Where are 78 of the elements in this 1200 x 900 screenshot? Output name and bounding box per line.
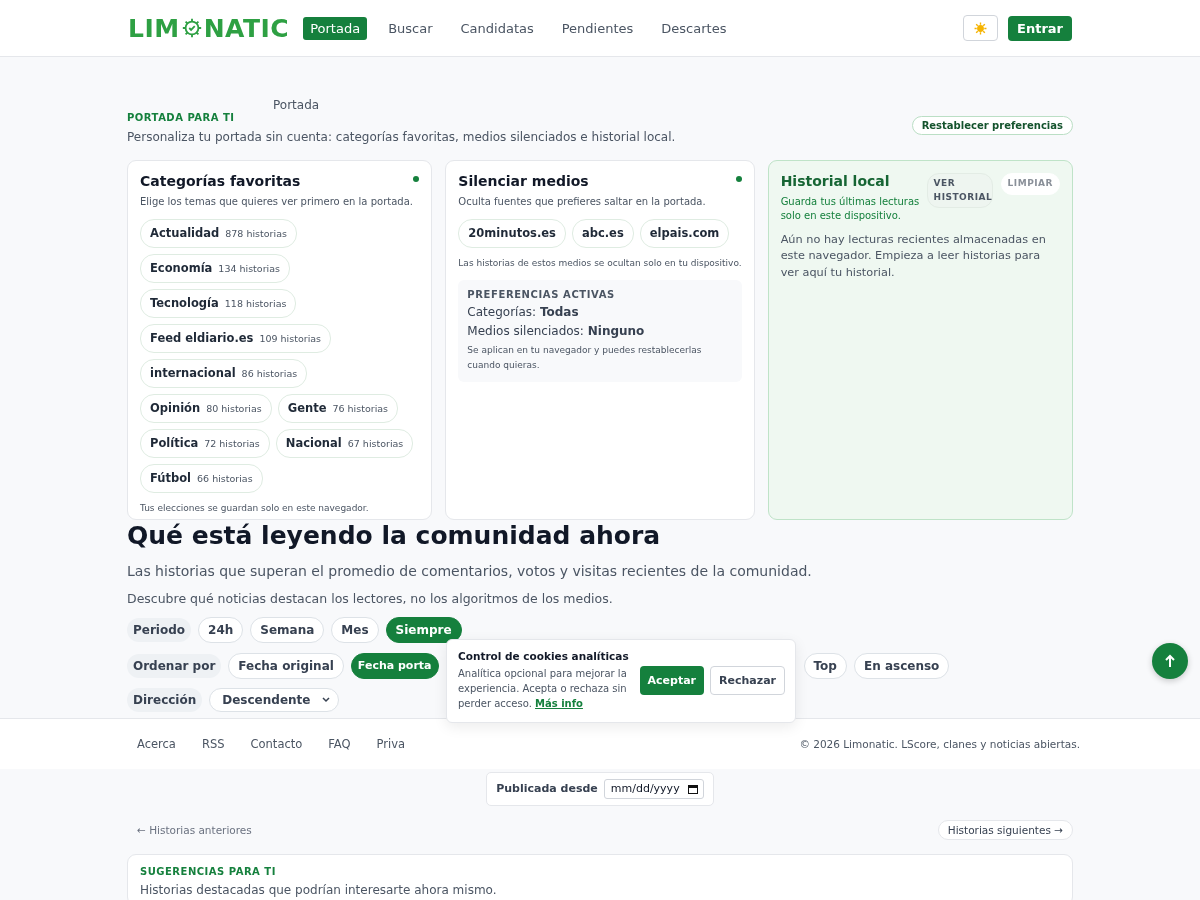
category-chip[interactable]: internacional 86 historias (140, 358, 308, 388)
calendar-icon[interactable] (687, 783, 698, 794)
source-chip[interactable]: 20minutos.es (458, 218, 566, 248)
reset-preferences-button[interactable]: Restablecer preferencias (911, 116, 1073, 135)
section-subtitle: Las historias que superan el promedio de comentarios, votos y visitas recientes de la comunidad. (127, 562, 813, 579)
category-chip[interactable]: Tecnología 118 historias (140, 288, 297, 318)
source-chip[interactable]: elpais.com (639, 218, 730, 248)
footer-link[interactable]: FAQ (328, 736, 351, 751)
category-chip[interactable]: Gente 76 historias (277, 393, 399, 423)
category-chip[interactable]: Actualidad 878 historias (140, 218, 297, 248)
accept-button[interactable]: Aceptar (639, 666, 705, 695)
suggestions-text: Historias destacadas que podrían interesarte ahora mismo. (140, 882, 498, 897)
sun-icon (974, 21, 988, 35)
card-title: Silenciar medios (458, 173, 590, 189)
next-page-button[interactable]: Historias siguientes → (937, 819, 1073, 840)
category-chip[interactable]: Economía 134 historias (140, 253, 290, 283)
card-subtitle: Elige los temas que quieres ver primero en la portada. (140, 195, 414, 209)
panel-title: PREFERENCIAS ACTIVAS (467, 288, 616, 300)
card-title: Historial local (780, 173, 891, 189)
card-title: Categorías favoritas (140, 173, 302, 189)
card-note: Las historias de estos medios se ocultan solo en tu dispositivo. (458, 257, 742, 268)
period-option[interactable]: Siempre (385, 616, 462, 643)
section-heading: Qué está leyendo la comunidad ahora (127, 522, 662, 550)
card-subtitle: Guarda tus últimas lecturas solo en este dispositivo. (780, 195, 921, 222)
theme-toggle-button[interactable] (963, 15, 999, 41)
nav-link[interactable]: Buscar (381, 16, 440, 40)
filter-label: Dirección (127, 687, 203, 712)
section-text: Descubre qué noticias destacan los lectores, no los algoritmos de los medios. (127, 590, 614, 606)
panel-note: Se aplican en tu navegador y puedes restablecerlas cuando quieras. (467, 343, 703, 372)
footer-link[interactable]: RSS (201, 736, 225, 751)
empty-history-text: Aún no hay lecturas recientes almacenadas en este navegador. Empieza a leer historias para ver aquí tu historial. (780, 232, 1047, 281)
category-chip[interactable]: Fútbol 66 historias (140, 463, 263, 493)
sort-option[interactable]: Fecha original (228, 652, 344, 679)
previous-page-button[interactable]: ← Historias anteriores (127, 819, 262, 840)
card-subtitle: Oculta fuentes que prefieres saltar en la portada. (458, 195, 707, 209)
preference-line: Categorías: Todas (467, 304, 580, 319)
cookie-text: Analítica opcional para mejorar la experiencia. Acepta o rechaza sin perder acceso. Más info (458, 667, 628, 711)
sort-option[interactable]: Top (803, 652, 847, 679)
category-chip[interactable]: Nacional 67 historias (275, 428, 414, 458)
sort-option[interactable]: En ascenso (853, 652, 950, 679)
category-chip[interactable]: Opinión 80 historias (140, 393, 272, 423)
sort-option[interactable]: Fecha porta (350, 652, 439, 679)
history-button[interactable]: VER HISTORIAL (926, 173, 993, 208)
intro-text: Personaliza tu portada sin cuenta: categorías favoritas, medios silenciados e historial local. (127, 130, 676, 144)
period-option[interactable]: Semana (250, 616, 325, 643)
category-chip[interactable]: Feed eldiario.es 109 historias (140, 323, 332, 353)
chevron-down-icon (322, 696, 331, 703)
filter-label: Periodo (127, 617, 192, 642)
arrow-up-icon (1164, 654, 1176, 668)
footer-link[interactable]: Acerca (137, 736, 176, 751)
logo-text: LIM (128, 13, 180, 43)
logo-text: NATIC (203, 13, 290, 43)
login-button[interactable]: Entrar (1008, 15, 1072, 41)
direction-select[interactable]: Descendente (209, 687, 340, 712)
preference-line: Medios silenciados: Ninguno (467, 323, 646, 338)
field-label: Publicada desde (496, 782, 598, 795)
period-option[interactable]: Mes (331, 616, 379, 643)
copyright-text: © 2026 Limonatic. LScore, clanes y noticias abiertas. (799, 737, 1080, 750)
period-option[interactable]: 24h (198, 616, 244, 643)
date-input-field[interactable]: mm/dd/yyyy (603, 778, 704, 799)
nav-link[interactable]: Candidatas (453, 16, 541, 40)
card-note: Tus elecciones se guardan solo en este navegador. (140, 502, 370, 513)
footer-link[interactable]: Contacto (250, 736, 303, 751)
more-info-link[interactable]: Más info (535, 698, 583, 709)
nav-link[interactable]: Pendientes (554, 16, 641, 40)
scroll-to-top-button[interactable] (1152, 643, 1188, 679)
gear-logo-icon (180, 17, 203, 39)
footer-link[interactable]: Priva (376, 736, 406, 751)
section-eyebrow: SUGERENCIAS PARA TI (140, 865, 277, 877)
section-eyebrow: PORTADA PARA TI (127, 112, 236, 123)
nav-link[interactable]: Descartes (654, 16, 734, 40)
reject-button[interactable]: Rechazar (710, 666, 785, 695)
breadcrumb: Portada (272, 97, 321, 112)
cookie-title: Control de cookies analíticas (458, 650, 630, 662)
nav-link[interactable]: Portada (303, 16, 368, 40)
source-chip[interactable]: abc.es (571, 218, 634, 248)
category-chip[interactable]: Política 72 historias (140, 428, 270, 458)
filter-label: Ordenar por (127, 653, 222, 678)
